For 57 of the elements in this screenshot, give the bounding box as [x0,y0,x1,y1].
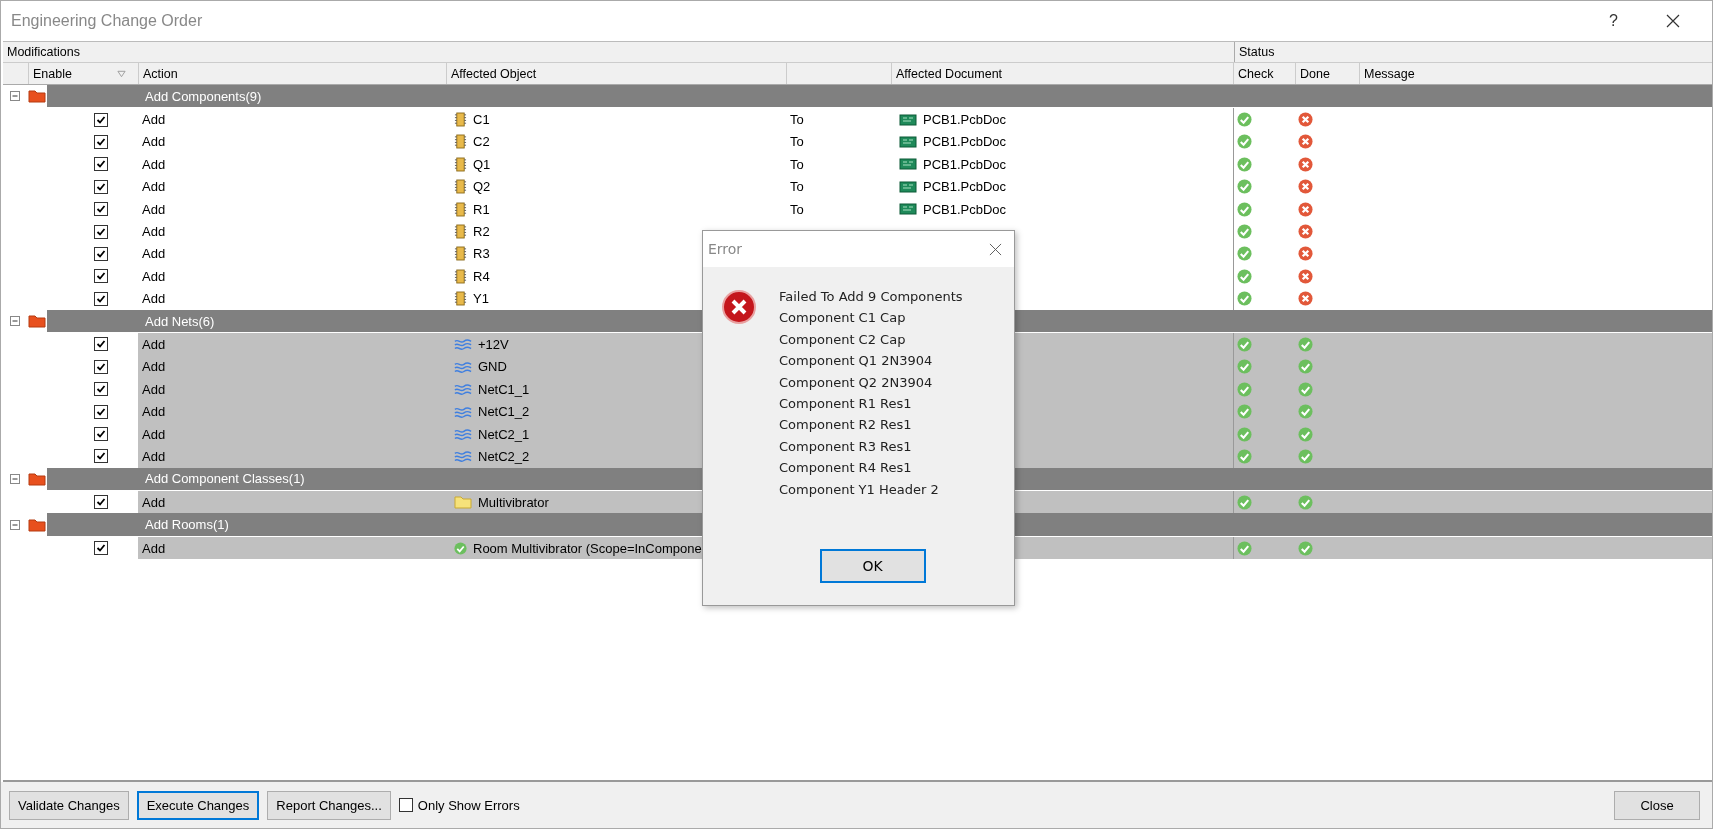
window-title: Engineering Change Order [11,12,204,30]
error-message: Component Y1 Header 2 [779,480,940,499]
table-cell-text: Add [141,179,167,195]
table-cell: To [790,134,804,150]
table-cell-text: Add [141,359,167,375]
table-cell: R2 [473,224,490,240]
table-cell: To [790,179,804,195]
error-message: Component C2 Cap [779,330,907,349]
table-cell: NetC2_1 [478,426,530,442]
table-cell-text: Add [141,404,167,420]
table-cell: Q2 [473,179,491,195]
table-cell: R1 [473,201,490,217]
table-cell: C2 [473,134,490,150]
table-cell: Room Multivibrator (Scope=InCompone [473,540,702,556]
table-cell-text: Add [141,268,167,284]
table-cell: NetC2_2 [478,448,530,464]
table-cell: PCB1.PcbDoc [923,156,1007,172]
table-cell-text: Add [141,337,167,352]
table-cell: Multivibrator [478,494,549,510]
table-cell-text: Add [141,494,167,510]
error-message: Component Q2 2N3904 [779,373,934,392]
table-cell: NetC1_1 [478,381,530,397]
table-cell-text: Add [141,112,167,128]
option-label: Only Show Errors [417,797,520,813]
table-cell: C1 [473,112,490,128]
table-cell-text: Add [141,291,167,307]
table-cell-text: Add [141,448,167,464]
table-cell: NetC1_2 [478,404,530,420]
table-cell: Y1 [473,291,489,307]
table-cell-text: Add [141,134,167,150]
table-cell: +12V [478,337,509,352]
dialog-title: Error [708,241,743,257]
table-cell-text: Add [141,246,167,262]
table-cell-text: Add [141,540,167,556]
table-cell-text: Add [141,224,167,240]
error-message: Component R1 Res1 [779,395,913,414]
table-cell-text: Add [141,381,167,397]
error-message: Component C1 Cap [779,309,907,328]
table-cell: PCB1.PcbDoc [923,201,1007,217]
error-message: Component R2 Res1 [779,416,913,435]
table-cell: To [790,201,804,217]
table-cell: To [790,112,804,128]
error-message: Component R4 Res1 [779,459,913,478]
table-cell: PCB1.PcbDoc [923,179,1007,195]
error-message: Component Q1 2N3904 [779,352,934,371]
table-cell-text: Add [141,201,167,217]
table-cell: R4 [473,268,490,284]
table-cell: R3 [473,246,490,262]
table-cell: To [790,156,804,172]
error-message: Component R3 Res1 [779,437,913,456]
table-cell-text: Add [141,426,167,442]
table-cell-text: Add [141,156,167,172]
error-message: Failed To Add 9 Components [779,288,963,306]
table-cell: PCB1.PcbDoc [923,112,1007,128]
table-cell: Q1 [473,156,491,172]
table-cell: GND [478,359,507,375]
table-cell: PCB1.PcbDoc [923,134,1007,150]
